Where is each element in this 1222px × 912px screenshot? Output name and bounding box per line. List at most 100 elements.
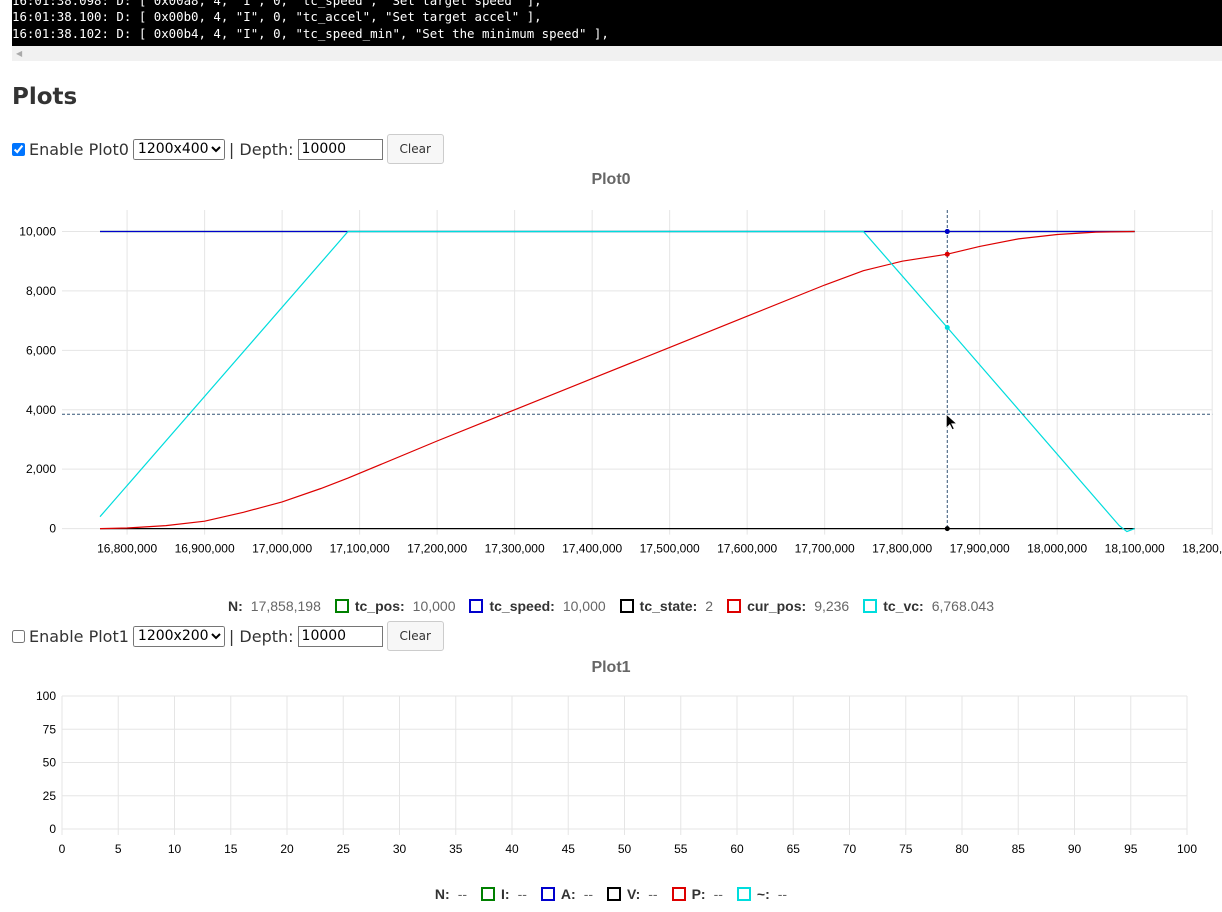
legend-swatch-icon[interactable] bbox=[619, 599, 634, 613]
x-tick-label: 17,800,000 bbox=[872, 542, 932, 556]
plot1-title: Plot1 bbox=[591, 659, 630, 676]
legend-value: -- bbox=[457, 886, 468, 902]
plot1-enable-label: Enable Plot1 bbox=[29, 626, 129, 646]
y-tick-label: 6,000 bbox=[26, 343, 56, 357]
legend-value: -- bbox=[517, 886, 527, 902]
x-tick-label: 35 bbox=[449, 842, 463, 856]
legend-value: -- bbox=[648, 886, 658, 902]
legend-item: tc_vc: 6,768.043 bbox=[863, 598, 994, 614]
console-horizontal-scrollbar[interactable]: ◀ bbox=[12, 46, 1222, 61]
legend-item: P: -- bbox=[671, 886, 723, 902]
y-tick-label: 4,000 bbox=[26, 403, 56, 417]
legend-value: 2 bbox=[705, 598, 714, 614]
x-tick-label: 17,700,000 bbox=[795, 542, 855, 556]
x-tick-label: 70 bbox=[843, 842, 857, 856]
plot0-title: Plot0 bbox=[591, 171, 630, 188]
plot0-enable-label: Enable Plot0 bbox=[29, 139, 129, 159]
plot0-chart[interactable]: Plot0 16,800,000 16,900,000 17,000,000 17,1… bbox=[0, 160, 1222, 580]
x-tick-label: 17,500,000 bbox=[640, 542, 700, 556]
y-tick-label: 100 bbox=[36, 689, 56, 703]
y-tick-label: 25 bbox=[43, 789, 57, 803]
console-log: 16:01:38.098: D: [ 0x00a8, 4, "I", 0, "t… bbox=[12, 0, 1222, 46]
y-tick-label: 10,000 bbox=[19, 225, 56, 239]
x-tick-label: 17,000,000 bbox=[252, 542, 312, 556]
x-tick-label: 17,900,000 bbox=[950, 542, 1010, 556]
legend-value: 10,000 bbox=[412, 598, 456, 614]
legend-label: I: bbox=[501, 886, 510, 902]
x-tick-label: 16,900,000 bbox=[175, 542, 235, 556]
legend-value: -- bbox=[777, 886, 788, 902]
plot0-depth-label: | Depth: bbox=[228, 139, 294, 159]
x-tick-label: 16,800,000 bbox=[97, 542, 157, 556]
x-tick-label: 55 bbox=[674, 842, 688, 856]
legend-swatch-icon[interactable] bbox=[540, 887, 555, 901]
legend-value: 9,236 bbox=[814, 598, 850, 614]
x-tick-label: 75 bbox=[899, 842, 913, 856]
legend-swatch-icon[interactable] bbox=[863, 599, 878, 613]
legend-item: I: -- bbox=[481, 886, 527, 902]
legend-label: ~: bbox=[756, 886, 770, 902]
x-tick-label: 30 bbox=[393, 842, 407, 856]
legend-swatch-icon[interactable] bbox=[727, 599, 742, 613]
legend-value: 17,858,198 bbox=[250, 598, 321, 614]
plot0-size-select[interactable]: 1200x400 bbox=[132, 138, 225, 160]
plot1-controls: Enable Plot1 1200x200 | Depth: Clear bbox=[12, 621, 444, 651]
plot1-enable-checkbox[interactable] bbox=[12, 629, 25, 643]
legend-item: ~: -- bbox=[736, 886, 788, 902]
x-tick-label: 0 bbox=[59, 842, 66, 856]
scroll-left-arrow-icon[interactable]: ◀ bbox=[16, 49, 22, 58]
x-tick-label: 18,200,000 bbox=[1182, 542, 1222, 556]
x-tick-label: 18,100,000 bbox=[1105, 542, 1165, 556]
plot1-chart[interactable]: Plot1 0 5 10 15 20 25 30 35 40 45 50 55 60 65 70 75 80 85… bbox=[0, 648, 1222, 870]
x-tick-label: 60 bbox=[730, 842, 744, 856]
y-tick-label: 0 bbox=[49, 522, 56, 536]
x-tick-label: 17,100,000 bbox=[330, 542, 390, 556]
cursor-point-tc_speed bbox=[944, 229, 950, 234]
y-tick-label: 0 bbox=[49, 822, 56, 836]
x-tick-label: 17,300,000 bbox=[485, 542, 545, 556]
legend-label: A: bbox=[560, 886, 576, 902]
x-tick-label: 90 bbox=[1068, 842, 1082, 856]
legend-label: V: bbox=[627, 886, 641, 902]
section-title: Plots bbox=[12, 84, 78, 110]
legend-item: tc_pos: 10,000 bbox=[334, 598, 456, 614]
x-tick-label: 85 bbox=[1012, 842, 1026, 856]
x-tick-label: 18,000,000 bbox=[1027, 542, 1087, 556]
plot0-enable-checkbox[interactable] bbox=[12, 142, 25, 156]
legend-item: cur_pos: 9,236 bbox=[727, 598, 849, 614]
legend-label: P: bbox=[691, 886, 706, 902]
x-tick-label: 50 bbox=[618, 842, 632, 856]
x-tick-label: 5 bbox=[115, 842, 122, 856]
legend-value: -- bbox=[583, 886, 594, 902]
legend-swatch-icon[interactable] bbox=[607, 887, 622, 901]
legend-item: tc_state: 2 bbox=[619, 598, 714, 614]
legend-swatch-icon[interactable] bbox=[481, 887, 496, 901]
x-tick-label: 17,600,000 bbox=[717, 542, 777, 556]
plot1-clear-button[interactable]: Clear bbox=[386, 621, 444, 651]
x-tick-label: 95 bbox=[1124, 842, 1138, 856]
x-tick-label: 15 bbox=[224, 842, 238, 856]
y-tick-label: 2,000 bbox=[26, 462, 56, 476]
legend-swatch-icon[interactable] bbox=[736, 887, 751, 901]
legend-swatch-icon[interactable] bbox=[469, 599, 484, 613]
legend-value: 10,000 bbox=[562, 598, 606, 614]
y-tick-label: 8,000 bbox=[26, 284, 56, 298]
x-tick-label: 17,200,000 bbox=[407, 542, 467, 556]
legend-swatch-icon[interactable] bbox=[334, 599, 349, 613]
legend-label: tc_speed: bbox=[489, 598, 555, 614]
cursor-point-tc_vc bbox=[944, 325, 950, 331]
legend-label: tc_vc: bbox=[883, 598, 924, 614]
plot1-size-select[interactable]: 1200x200 bbox=[132, 625, 225, 647]
plot0-legend: N: 17,858,198 tc_pos: 10,000 tc_speed: 10,000… bbox=[0, 598, 1222, 614]
plot1-legend: N: -- I: -- A: -- V: -- P: -- ~: -- bbox=[0, 886, 1222, 902]
plot1-depth-label: | Depth: bbox=[228, 626, 294, 646]
legend-swatch-icon[interactable] bbox=[671, 887, 686, 901]
x-tick-label: 80 bbox=[955, 842, 969, 856]
legend-label: N: bbox=[228, 598, 243, 614]
plot0-depth-input[interactable] bbox=[297, 138, 383, 160]
x-tick-label: 40 bbox=[505, 842, 519, 856]
plot1-depth-input[interactable] bbox=[297, 625, 383, 647]
x-tick-label: 20 bbox=[280, 842, 294, 856]
cursor-point-cur_pos bbox=[944, 251, 950, 257]
mouse-pointer-icon bbox=[945, 413, 958, 431]
